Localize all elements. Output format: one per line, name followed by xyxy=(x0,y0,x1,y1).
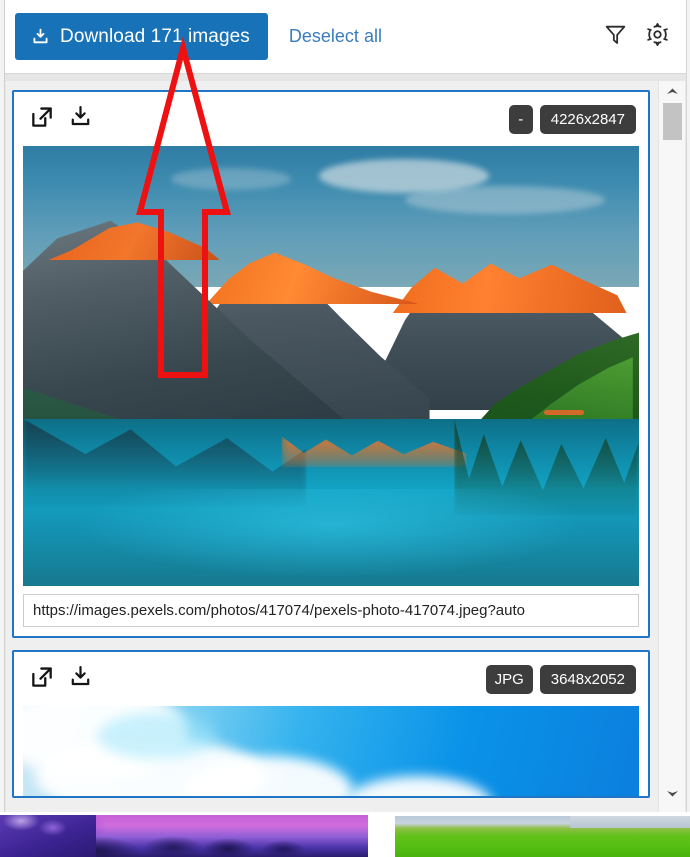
image-thumbnail[interactable] xyxy=(23,706,639,796)
external-link-icon xyxy=(29,664,55,695)
open-in-new-tab-button[interactable] xyxy=(25,662,59,696)
background-thumb-purple xyxy=(0,815,368,857)
blue-sky-clouds-photo xyxy=(23,706,639,796)
image-downloader-window: Download 171 images Deselect all - 4226x… xyxy=(0,0,690,857)
chevron-down-icon xyxy=(666,785,679,803)
image-url-field[interactable]: https://images.pexels.com/photos/417074/… xyxy=(23,594,639,627)
image-card[interactable]: JPG 3648x2052 xyxy=(12,650,650,798)
lake-highlight xyxy=(84,489,578,578)
external-link-icon xyxy=(29,104,55,135)
boat-shape xyxy=(543,410,584,415)
filter-funnel-icon xyxy=(603,22,628,52)
download-tray-icon xyxy=(68,104,93,134)
settings-button[interactable] xyxy=(642,22,672,52)
image-card[interactable]: - 4226x2847 https://images.pexels.com/ph… xyxy=(12,90,650,638)
open-in-new-tab-button[interactable] xyxy=(25,102,59,136)
toolbar-separator xyxy=(5,73,686,81)
mountain-lake-photo xyxy=(23,146,639,586)
download-tray-icon xyxy=(31,27,50,47)
vertical-scrollbar[interactable] xyxy=(658,81,685,812)
format-badge: JPG xyxy=(485,664,533,694)
scroll-thumb[interactable] xyxy=(663,103,682,140)
background-page-strip xyxy=(0,812,690,857)
download-image-button[interactable] xyxy=(63,102,97,136)
cloud-shape xyxy=(404,185,605,214)
format-badge: - xyxy=(508,104,533,134)
image-thumbnail[interactable] xyxy=(23,146,639,586)
cloud-shape xyxy=(170,168,291,190)
window-right-edge xyxy=(686,0,690,812)
cloud-shape xyxy=(96,713,217,760)
background-thumb-green xyxy=(395,816,690,857)
download-button-label: Download 171 images xyxy=(60,25,250,47)
download-button[interactable]: Download 171 images xyxy=(15,13,268,60)
image-card-header: JPG 3648x2052 xyxy=(14,652,648,706)
image-list[interactable]: - 4226x2847 https://images.pexels.com/ph… xyxy=(6,81,658,812)
scroll-down-button[interactable] xyxy=(659,785,686,803)
toolbar: Download 171 images Deselect all xyxy=(5,0,686,73)
cloud-shape xyxy=(343,776,494,796)
window-left-edge xyxy=(0,0,5,812)
deselect-all-link[interactable]: Deselect all xyxy=(289,26,382,47)
download-image-button[interactable] xyxy=(63,662,97,696)
scroll-up-button[interactable] xyxy=(659,83,686,101)
dimensions-badge: 3648x2052 xyxy=(539,664,636,694)
gear-icon xyxy=(645,22,670,52)
filter-button[interactable] xyxy=(600,22,630,52)
background-gap xyxy=(368,812,395,857)
chevron-up-icon xyxy=(666,83,679,101)
image-card-header: - 4226x2847 xyxy=(14,92,648,146)
download-tray-icon xyxy=(68,664,93,694)
dimensions-badge: 4226x2847 xyxy=(539,104,636,134)
